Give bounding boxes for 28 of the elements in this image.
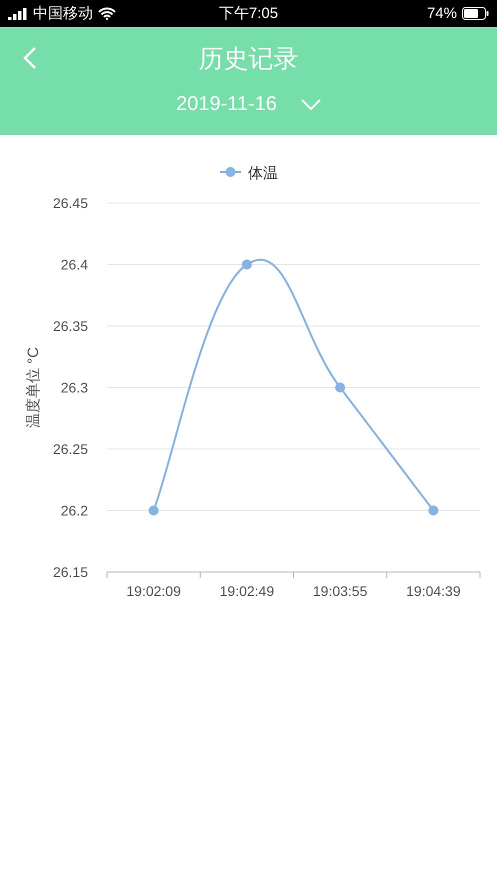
date-selector[interactable]: 2019-11-16	[170, 89, 327, 120]
battery-percent: 74%	[426, 5, 457, 22]
y-tick-label: 26.35	[52, 318, 88, 334]
y-tick-label: 26.15	[52, 564, 88, 580]
page-title: 历史记录	[198, 44, 300, 74]
y-tick-label: 26.3	[60, 380, 88, 396]
data-point	[242, 260, 252, 270]
data-point	[428, 506, 438, 516]
x-tick-label: 19:03:55	[312, 583, 368, 599]
chevron-down-icon	[300, 99, 321, 110]
clock-time: 下午7:05	[218, 4, 278, 23]
signal-icon	[8, 8, 28, 20]
y-axis-title: 温度单位 °C	[25, 347, 42, 428]
back-button[interactable]	[23, 46, 37, 70]
x-tick-label: 19:02:49	[220, 583, 274, 599]
legend-marker-icon	[220, 167, 241, 177]
data-point	[335, 382, 346, 392]
y-tick-label: 26.4	[60, 256, 88, 272]
y-tick-label: 26.2	[60, 502, 88, 518]
y-tick-label: 26.45	[52, 195, 88, 211]
x-tick-label: 19:02:09	[126, 583, 181, 599]
carrier-name: 中国移动	[33, 4, 93, 23]
y-tick-label: 26.25	[52, 441, 88, 457]
x-tick-label: 19:04:39	[406, 583, 461, 599]
wifi-icon	[98, 7, 116, 20]
battery-icon	[462, 7, 489, 20]
legend-label: 体温	[248, 165, 278, 182]
data-point	[148, 506, 159, 516]
